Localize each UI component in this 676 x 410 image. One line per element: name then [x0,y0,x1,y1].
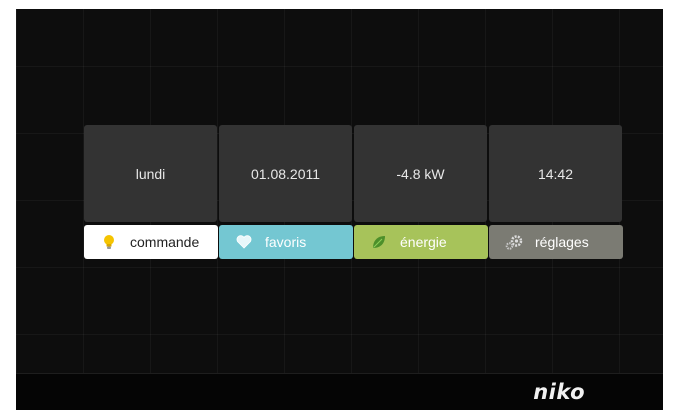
tab-favoris[interactable]: favoris [219,225,353,259]
tab-energie-label: énergie [400,234,447,250]
date-tile[interactable]: 01.08.2011 [219,125,352,222]
tab-commande-label: commande [130,234,200,250]
tab-energie[interactable]: énergie [354,225,488,259]
gears-icon [505,235,523,250]
tab-commande[interactable]: commande [84,225,218,259]
power-label: -4.8 kW [396,165,445,182]
touchscreen: lundi 01.08.2011 -4.8 kW 14:42 commande … [16,9,663,410]
day-label: lundi [135,165,166,182]
footer-bar: niko [16,373,663,410]
tab-reglages[interactable]: réglages [489,225,623,259]
day-tile[interactable]: lundi [84,125,217,222]
leaf-icon [373,236,385,248]
time-label: 14:42 [537,165,574,182]
power-tile[interactable]: -4.8 kW [354,125,487,222]
time-tile[interactable]: 14:42 [489,125,622,222]
heart-icon [236,235,252,249]
tab-favoris-label: favoris [265,234,307,250]
date-label: 01.08.2011 [250,165,321,182]
tab-reglages-label: réglages [535,234,589,250]
niko-logo: niko [533,380,585,404]
lightbulb-icon [104,235,114,249]
